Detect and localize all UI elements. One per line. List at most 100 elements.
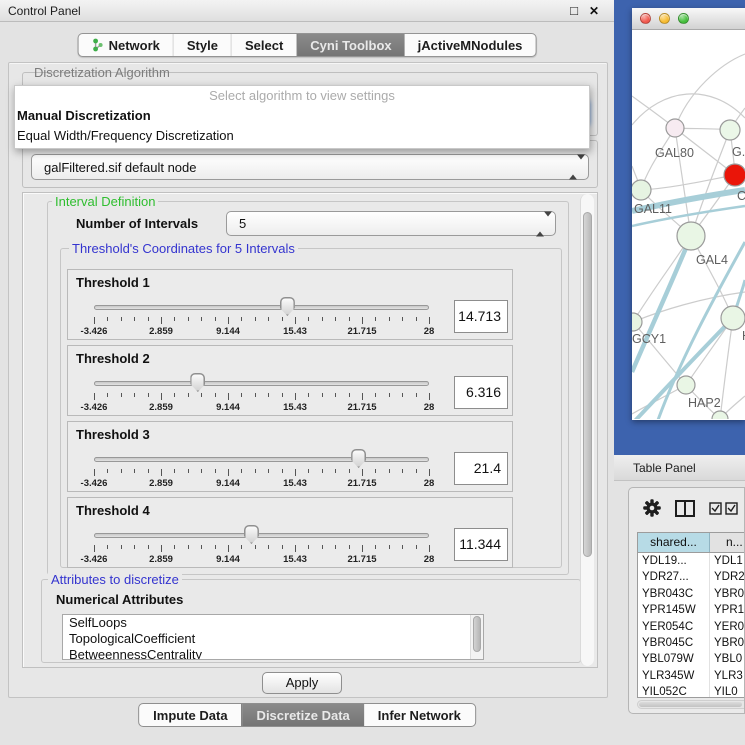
- network-graph-icon: [92, 38, 104, 52]
- table-row[interactable]: YDL19...YDL1: [638, 553, 745, 569]
- network-edge-highlighted[interactable]: [632, 236, 691, 372]
- settings-vertical-scrollbar[interactable]: [580, 194, 594, 666]
- major-tick: [228, 469, 229, 476]
- threshold-value-field[interactable]: 11.344: [454, 528, 508, 561]
- table-row[interactable]: YIL052CYIL0: [638, 684, 745, 698]
- close-window-icon[interactable]: ✕: [586, 2, 602, 20]
- table-row[interactable]: YPR145WYPR1: [638, 602, 745, 618]
- attribute-item-betweennesscentrality[interactable]: BetweennessCentrality: [63, 647, 483, 660]
- table-hscrollbar-thumb[interactable]: [639, 702, 742, 707]
- network-node[interactable]: [632, 180, 651, 200]
- network-node[interactable]: [721, 306, 745, 330]
- network-edge[interactable]: [633, 236, 691, 322]
- table-data-combobox[interactable]: galFiltered.sif default node: [31, 154, 589, 180]
- table-data-selected-value: galFiltered.sif default node: [44, 160, 196, 175]
- minor-tick: [322, 317, 323, 321]
- table-horizontal-scrollbar[interactable]: [637, 700, 745, 709]
- threshold-slider-handle[interactable]: [244, 525, 259, 544]
- network-window: GAL80G.CGAL11GAL4GCY1HHAP2: [632, 8, 745, 420]
- threshold-slider-handle[interactable]: [351, 449, 366, 468]
- number-of-intervals-combobox[interactable]: 5: [226, 211, 556, 236]
- major-tick: [429, 317, 430, 324]
- interval-definition-group: Interval Definition Number of Intervals …: [47, 201, 569, 575]
- threshold-slider-track[interactable]: [94, 381, 429, 386]
- settings-scrollbar-thumb[interactable]: [583, 212, 592, 557]
- numerical-attributes-label: Numerical Attributes: [56, 592, 183, 607]
- network-node[interactable]: [712, 411, 728, 419]
- tab-discretize-data[interactable]: Discretize Data: [242, 704, 364, 726]
- network-canvas[interactable]: GAL80G.CGAL11GAL4GCY1HHAP2: [632, 30, 745, 419]
- select-columns-checkboxes-icon[interactable]: [709, 502, 739, 515]
- split-columns-icon[interactable]: [675, 500, 695, 517]
- minor-tick: [255, 469, 256, 473]
- table-row[interactable]: YBR043CYBR0: [638, 586, 745, 602]
- network-node[interactable]: [632, 313, 642, 331]
- threshold-slider-handle[interactable]: [280, 297, 295, 316]
- close-traffic-light-icon[interactable]: [640, 13, 651, 24]
- tab-jactivemnodules[interactable]: jActiveMNodules: [405, 34, 536, 56]
- tick-label: -3.426: [72, 554, 116, 565]
- column-header-shared-[interactable]: shared...: [638, 533, 710, 552]
- table-row[interactable]: YDR27...YDR2: [638, 569, 745, 585]
- algorithm-option-equal-width-frequency-discretization[interactable]: Equal Width/Frequency Discretization: [15, 126, 589, 146]
- tab-label: Select: [245, 38, 283, 53]
- algorithm-option-manual-discretization[interactable]: Manual Discretization: [15, 106, 589, 126]
- attributes-group: Attributes to discretize Numerical Attri…: [41, 579, 581, 663]
- minor-tick: [121, 469, 122, 473]
- minor-tick: [389, 393, 390, 397]
- float-window-icon[interactable]: □: [566, 2, 582, 20]
- network-node-label: C: [737, 189, 745, 203]
- tab-network[interactable]: Network: [79, 34, 173, 56]
- tab-select[interactable]: Select: [231, 34, 296, 56]
- minor-tick: [241, 317, 242, 321]
- network-node[interactable]: [666, 119, 684, 137]
- zoom-traffic-light-icon[interactable]: [678, 13, 689, 24]
- threshold-value-field[interactable]: 14.713: [454, 300, 508, 333]
- threshold-value-field[interactable]: 21.4: [454, 452, 508, 485]
- network-edge[interactable]: [641, 175, 735, 190]
- threshold-value-field[interactable]: 6.316: [454, 376, 508, 409]
- attribute-item-topologicalcoefficient[interactable]: TopologicalCoefficient: [63, 631, 483, 647]
- attributes-scrollbar-thumb[interactable]: [473, 616, 481, 652]
- tick-label: 28: [407, 402, 451, 413]
- tab-impute-data[interactable]: Impute Data: [139, 704, 241, 726]
- table-row[interactable]: YBR045CYBR0: [638, 635, 745, 651]
- node-table[interactable]: shared...n... YDL19...YDL1YDR27...YDR2YB…: [637, 532, 745, 698]
- threshold-slider-track[interactable]: [94, 533, 429, 538]
- minor-tick: [121, 317, 122, 321]
- network-node[interactable]: [724, 164, 745, 186]
- minor-tick: [282, 393, 283, 397]
- tab-infer-network[interactable]: Infer Network: [364, 704, 475, 726]
- network-edge[interactable]: [675, 54, 745, 128]
- tick-label: 9.144: [206, 478, 250, 489]
- major-tick: [429, 393, 430, 400]
- column-header-n-[interactable]: n...: [710, 533, 745, 552]
- apply-button[interactable]: Apply: [262, 672, 342, 694]
- tick-label: 2.859: [139, 478, 183, 489]
- table-row[interactable]: YLR345WYLR3: [638, 668, 745, 684]
- minor-tick: [349, 393, 350, 397]
- attributes-list-scrollbar[interactable]: [470, 615, 483, 659]
- settings-gear-icon[interactable]: [643, 499, 661, 517]
- minor-tick: [148, 317, 149, 321]
- table-cell: YDL1: [710, 553, 745, 569]
- minor-tick: [188, 469, 189, 473]
- tab-label: Impute Data: [153, 708, 227, 723]
- attribute-item-selfloops[interactable]: SelfLoops: [63, 615, 483, 631]
- number-of-intervals-label: Number of Intervals: [76, 216, 198, 231]
- network-node-label: G.: [732, 145, 745, 159]
- numerical-attributes-list[interactable]: SelfLoopsTopologicalCoefficientBetweenne…: [62, 614, 484, 660]
- network-node[interactable]: [720, 120, 740, 140]
- threshold-slider-handle[interactable]: [190, 373, 205, 392]
- threshold-slider-track[interactable]: [94, 457, 429, 462]
- minimize-traffic-light-icon[interactable]: [659, 13, 670, 24]
- tab-style[interactable]: Style: [173, 34, 231, 56]
- tab-cyni-toolbox[interactable]: Cyni Toolbox: [296, 34, 404, 56]
- network-node[interactable]: [677, 222, 705, 250]
- network-graph[interactable]: GAL80G.CGAL11GAL4GCY1HHAP2: [632, 30, 745, 419]
- network-node[interactable]: [677, 376, 695, 394]
- threshold-slider-track[interactable]: [94, 305, 429, 310]
- table-row[interactable]: YER054CYER0: [638, 619, 745, 635]
- table-row[interactable]: YBL079WYBL0: [638, 651, 745, 667]
- network-edge[interactable]: [675, 128, 691, 236]
